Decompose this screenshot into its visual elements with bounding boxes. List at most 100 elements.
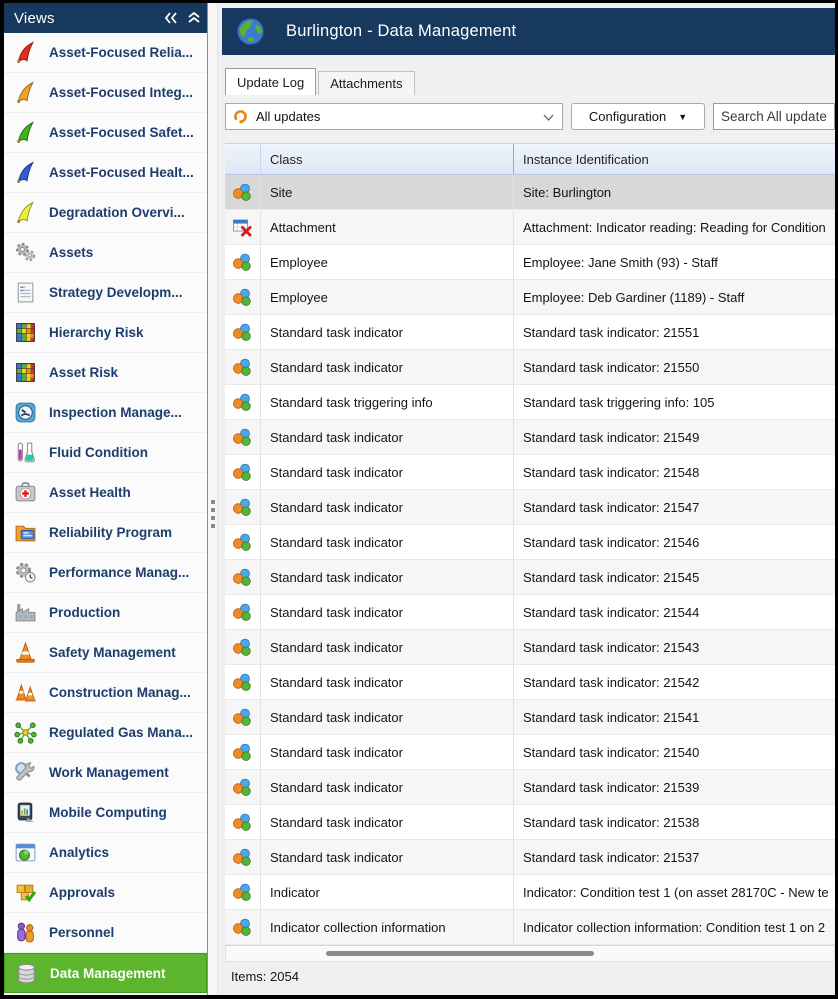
views-sidebar: Views Asset-Focused Relia... Asset-Focuse…: [4, 3, 208, 995]
table-row[interactable]: Indicator Indicator: Condition test 1 (on…: [225, 875, 835, 910]
sidebar-item-label: Regulated Gas Mana...: [49, 725, 194, 740]
molecule-icon: [12, 720, 38, 746]
table-row[interactable]: Attachment Attachment: Indicator reading:…: [225, 210, 835, 245]
sidebar-item-approvals[interactable]: Approvals: [4, 873, 207, 913]
scrollbar-thumb[interactable]: [326, 951, 594, 956]
row-class: Standard task indicator: [261, 595, 514, 629]
sidebar-item-inspection-manage[interactable]: Inspection Manage...: [4, 393, 207, 433]
row-instance: Standard task indicator: 21542: [523, 674, 700, 690]
table-row[interactable]: Indicator collection information Indicato…: [225, 910, 835, 945]
table-row[interactable]: Standard task indicator Standard task ind…: [225, 560, 835, 595]
configuration-button-label: Configuration: [588, 109, 667, 124]
table-row[interactable]: Standard task indicator Standard task ind…: [225, 700, 835, 735]
gears-icon: [12, 240, 38, 266]
sidebar-item-mobile-computing[interactable]: Mobile Computing: [4, 793, 207, 833]
sidebar-item-strategy-developm[interactable]: Strategy Developm...: [4, 273, 207, 313]
class-balls-icon: [225, 560, 261, 594]
class-balls-icon: [225, 315, 261, 349]
tab-update-log[interactable]: Update Log: [225, 68, 317, 95]
sidebar-item-label: Asset-Focused Integ...: [49, 85, 194, 100]
sidebar-item-hierarchy-risk[interactable]: Hierarchy Risk: [4, 313, 207, 353]
table-row[interactable]: Standard task indicator Standard task ind…: [225, 770, 835, 805]
sidebar-item-fluid-condition[interactable]: Fluid Condition: [4, 433, 207, 473]
search-input[interactable]: [713, 103, 835, 130]
sidebar-item-asset-focused-integ[interactable]: Asset-Focused Integ...: [4, 73, 207, 113]
sidebar-item-label: Construction Manag...: [49, 685, 191, 700]
perf-gears-icon: [12, 560, 38, 586]
class-balls-icon: [225, 630, 261, 664]
row-instance: Standard task indicator: 21540: [523, 744, 700, 760]
pin-collapse-up-icon[interactable]: [188, 12, 200, 24]
updates-filter-dropdown[interactable]: All updates: [225, 103, 563, 130]
updates-filter-value: All updates: [256, 109, 321, 124]
row-class: Standard task indicator: [261, 630, 514, 664]
views-header: Views: [4, 3, 207, 33]
row-class: Standard task indicator: [261, 350, 514, 384]
flag-blue-icon: [12, 160, 38, 186]
sidebar-item-asset-focused-relia[interactable]: Asset-Focused Relia...: [4, 33, 207, 73]
configuration-button[interactable]: Configuration ▼: [571, 103, 705, 130]
row-class: Standard task indicator: [261, 420, 514, 454]
sidebar-splitter[interactable]: [208, 3, 218, 995]
table-row[interactable]: Standard task indicator Standard task ind…: [225, 665, 835, 700]
sidebar-item-personnel[interactable]: Personnel: [4, 913, 207, 953]
row-instance: Standard task indicator: 21545: [523, 569, 700, 585]
collapse-sidebar-icon[interactable]: [164, 12, 178, 24]
sidebar-item-analytics[interactable]: Analytics: [4, 833, 207, 873]
sidebar-item-assets[interactable]: Assets: [4, 233, 207, 273]
icon-column-header[interactable]: [225, 144, 261, 174]
table-row[interactable]: Standard task indicator Standard task ind…: [225, 805, 835, 840]
table-row[interactable]: Standard task indicator Standard task ind…: [225, 350, 835, 385]
horizontal-scrollbar[interactable]: [225, 945, 835, 962]
sidebar-item-label: Asset Health: [49, 485, 131, 500]
sidebar-item-construction-manag[interactable]: Construction Manag...: [4, 673, 207, 713]
flag-green-icon: [12, 120, 38, 146]
table-row[interactable]: Standard task indicator Standard task ind…: [225, 315, 835, 350]
row-instance: Standard task indicator: 21547: [523, 499, 700, 515]
sidebar-item-label: Performance Manag...: [49, 565, 190, 580]
personnel-icon: [12, 920, 38, 946]
sidebar-item-asset-risk[interactable]: Asset Risk: [4, 353, 207, 393]
sidebar-item-data-management[interactable]: Data Management: [4, 953, 207, 993]
row-instance: Standard task indicator: 21544: [523, 604, 700, 620]
class-balls-icon: [225, 840, 261, 874]
caret-down-icon: ▼: [678, 111, 688, 122]
row-instance: Employee: Deb Gardiner (1189) - Staff: [523, 289, 745, 305]
class-balls-icon: [225, 455, 261, 489]
sidebar-item-asset-health[interactable]: Asset Health: [4, 473, 207, 513]
sidebar-item-performance-manag[interactable]: Performance Manag...: [4, 553, 207, 593]
sidebar-item-asset-focused-safet[interactable]: Asset-Focused Safet...: [4, 113, 207, 153]
class-column-header[interactable]: Class: [261, 144, 514, 174]
sidebar-item-work-management[interactable]: Work Management: [4, 753, 207, 793]
class-balls-icon: [225, 175, 261, 209]
sidebar-item-safety-management[interactable]: Safety Management: [4, 633, 207, 673]
sidebar-item-degradation-overvi[interactable]: Degradation Overvi...: [4, 193, 207, 233]
class-balls-icon: [225, 245, 261, 279]
table-row[interactable]: Standard task indicator Standard task ind…: [225, 420, 835, 455]
table-row[interactable]: Standard task indicator Standard task ind…: [225, 525, 835, 560]
table-row[interactable]: Standard task indicator Standard task ind…: [225, 595, 835, 630]
table-row[interactable]: Employee Employee: Jane Smith (93) - Staf…: [225, 245, 835, 280]
table-row[interactable]: Standard task triggering info Standard ta…: [225, 385, 835, 420]
table-row[interactable]: Standard task indicator Standard task ind…: [225, 735, 835, 770]
sidebar-item-asset-focused-healt[interactable]: Asset-Focused Healt...: [4, 153, 207, 193]
sidebar-item-production[interactable]: Production: [4, 593, 207, 633]
row-instance: Indicator collection information: Condit…: [523, 919, 826, 935]
table-row[interactable]: Standard task indicator Standard task ind…: [225, 840, 835, 875]
table-row[interactable]: Standard task indicator Standard task ind…: [225, 455, 835, 490]
database-icon: [13, 960, 39, 986]
sidebar-item-regulated-gas-mana[interactable]: Regulated Gas Mana...: [4, 713, 207, 753]
table-row[interactable]: Site Site: Burlington: [225, 175, 835, 210]
tab-attachments[interactable]: Attachments: [318, 71, 415, 95]
sidebar-item-reliability-program[interactable]: Reliability Program: [4, 513, 207, 553]
table-row[interactable]: Standard task indicator Standard task ind…: [225, 630, 835, 665]
flag-yellow-icon: [12, 200, 38, 226]
row-class: Standard task indicator: [261, 700, 514, 734]
class-balls-icon: [225, 420, 261, 454]
table-row[interactable]: Standard task indicator Standard task ind…: [225, 490, 835, 525]
row-instance: Standard task indicator: 21546: [523, 534, 700, 550]
instance-column-header[interactable]: Instance Identification: [514, 144, 835, 174]
sidebar-item-label: Data Management: [50, 965, 166, 981]
table-row[interactable]: Employee Employee: Deb Gardiner (1189) - …: [225, 280, 835, 315]
sidebar-item-label: Hierarchy Risk: [49, 325, 144, 340]
